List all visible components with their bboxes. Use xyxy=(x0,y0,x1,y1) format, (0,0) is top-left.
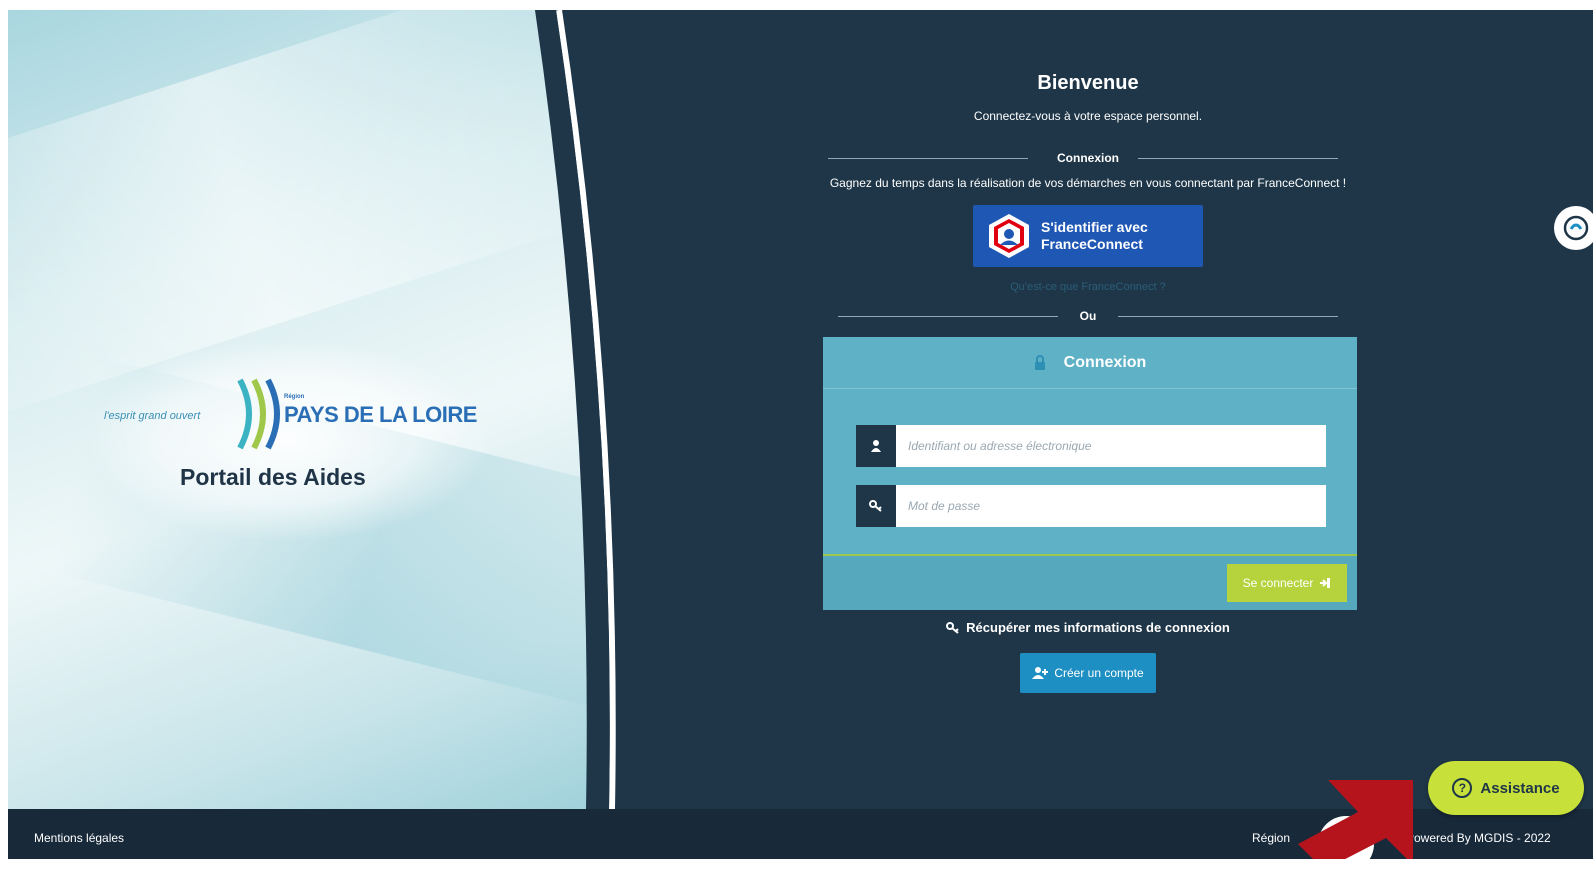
or-divider: Ou xyxy=(818,307,1358,325)
password-field xyxy=(856,485,1326,527)
hero-curve-divider xyxy=(535,10,708,809)
create-account-label: Créer un compte xyxy=(1054,665,1144,680)
franceconnect-logo-icon xyxy=(989,214,1029,258)
username-input[interactable] xyxy=(896,425,1326,467)
divider-line xyxy=(828,158,1028,159)
welcome-subtitle: Connectez-vous à votre espace personnel. xyxy=(973,109,1203,123)
username-field xyxy=(856,425,1326,467)
divider-line xyxy=(1138,158,1338,159)
login-card-title: Connexion xyxy=(1063,353,1147,371)
legal-notice-link[interactable]: Mentions légales xyxy=(34,831,124,845)
submit-button-label: Se connecter xyxy=(1242,576,1314,590)
recover-credentials-link[interactable]: Récupérer mes informations de connexion xyxy=(946,620,1230,635)
accessibility-icon xyxy=(1563,215,1589,241)
login-content: Bienvenue Connectez-vous à votre espace … xyxy=(818,72,1358,693)
welcome-title: Bienvenue xyxy=(1037,72,1139,94)
key-icon xyxy=(856,485,896,527)
or-label: Ou xyxy=(1071,309,1105,323)
side-accessibility-badge[interactable] xyxy=(1554,206,1593,250)
assistance-label: Assistance xyxy=(1480,779,1560,797)
footer-region-text: Région xyxy=(1252,831,1291,845)
user-icon xyxy=(856,425,896,467)
assistance-button[interactable]: ? Assistance xyxy=(1428,761,1584,815)
franceconnect-info-link[interactable]: Qu'est-ce que FranceConnect ? xyxy=(818,281,1358,293)
password-input[interactable] xyxy=(896,485,1326,527)
franceconnect-divider: Connexion xyxy=(818,149,1358,167)
franceconnect-button[interactable]: S'identifier avec FranceConnect xyxy=(973,205,1203,267)
login-card: Connexion Se connecter xyxy=(823,337,1357,610)
divider-line xyxy=(1118,316,1338,317)
divider-line xyxy=(838,316,1058,317)
user-plus-icon xyxy=(1032,666,1049,679)
franceconnect-section-label: Connexion xyxy=(1049,151,1127,165)
sign-in-icon xyxy=(1320,578,1331,588)
franceconnect-button-line1: S'identifier avec xyxy=(1041,219,1148,235)
franceconnect-button-line2: FranceConnect xyxy=(1041,236,1143,252)
question-circle-icon: ? xyxy=(1452,778,1473,798)
create-account-button[interactable]: Créer un compte xyxy=(1020,652,1156,693)
lock-icon xyxy=(1034,354,1045,370)
login-card-header: Connexion xyxy=(823,337,1357,389)
key-icon xyxy=(946,621,959,634)
submit-button[interactable]: Se connecter xyxy=(1227,564,1347,602)
login-card-footer: Se connecter xyxy=(823,554,1357,610)
login-page: l'esprit grand ouvert Région PAYS DE LA … xyxy=(8,10,1593,859)
franceconnect-description: Gagnez du temps dans la réalisation de v… xyxy=(829,176,1347,190)
recover-credentials-label: Récupérer mes informations de connexion xyxy=(966,620,1230,635)
